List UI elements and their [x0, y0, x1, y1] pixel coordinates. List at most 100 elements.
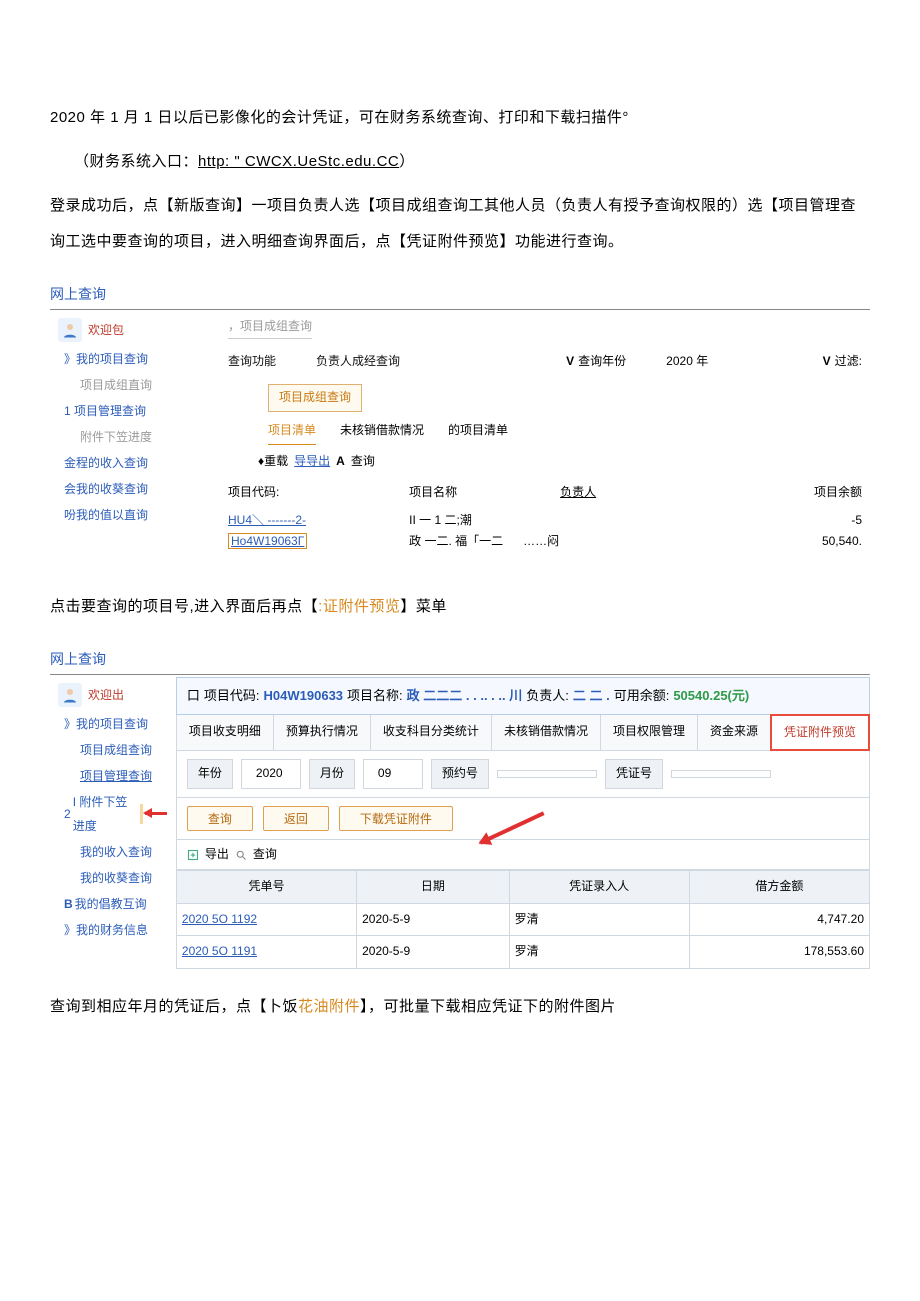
welcome-label-2: 欢迎出: [88, 683, 124, 707]
instructions-paragraph: 登录成功后，点【新版查询】一项目负责人选【项目成组查询工其他人员（负责人有授予查…: [50, 188, 870, 260]
panel1-title: 网上查询: [50, 280, 870, 310]
query-button[interactable]: 查询: [187, 806, 253, 831]
col-balance: 项目余额: [711, 482, 862, 504]
export-icon: [187, 849, 199, 861]
instruction-paragraph-3: 查询到相应年月的凭证后，点【卜饭花油附件】，可批量下载相应凭证下的附件图片: [50, 989, 870, 1025]
sidebar2-income-query[interactable]: 我的收入查询: [58, 839, 168, 865]
sidebar-item-value-query[interactable]: 吩我的值以直询: [58, 502, 212, 528]
system-url-link[interactable]: http: " CWCX.UeStc.edu.CC: [198, 153, 399, 170]
col-project-name: 项目名称: [409, 482, 560, 504]
search-icon: [235, 849, 247, 861]
filter-row: 年份 2020 月份 09 预约号 凭证号: [176, 751, 870, 798]
document-body: 2020 年 1 月 1 日以后已影像化的会计凭证，可在财务系统查询、打印和下载…: [0, 0, 920, 1085]
voucher-link-1[interactable]: 2020 5O 1192: [182, 912, 257, 926]
query-button[interactable]: 查询: [351, 451, 375, 473]
filter-reservation-input[interactable]: [497, 770, 597, 778]
project-code-link-1[interactable]: HU4＼ -------2-: [228, 513, 306, 527]
export-button[interactable]: 导导出: [294, 451, 330, 473]
filter-year-input[interactable]: 2020: [241, 759, 301, 789]
query-year-dropdown[interactable]: V查询年份: [566, 351, 626, 373]
project-code-link-2[interactable]: Ho4W19063Γ: [228, 533, 307, 549]
entry-prefix: （财务系统入口：: [74, 153, 198, 170]
instruction-paragraph-2: 点击要查询的项目号,进入界面后再点【:证附件预览】菜单: [50, 589, 870, 625]
th-debit-amount: 借方金额: [689, 871, 869, 904]
table-row: 2020 5O 1191 2020-5-9 罗清 178,553.60: [176, 936, 869, 969]
proj-name-value: 政 二二二 . . .. . .. 川: [407, 684, 523, 707]
panel2-title: 网上查询: [50, 645, 870, 675]
tab-project-list-2[interactable]: 的项目清单: [448, 420, 508, 442]
query-function-label: 查询功能: [228, 351, 276, 373]
reload-button[interactable]: ♦重载: [258, 451, 288, 473]
sidebar2-attachment-row[interactable]: 2 I 附件下笠进度: [58, 789, 168, 839]
sidebar-item-mgmt-query[interactable]: 1 项目管理查询: [58, 398, 212, 424]
download-voucher-attachment-button[interactable]: 下载凭证附件: [339, 806, 453, 831]
th-date: 日期: [357, 871, 509, 904]
filter-month-label: 月份: [309, 759, 355, 789]
entry-suffix: ）: [399, 153, 415, 170]
tab-voucher-attachment-preview[interactable]: 凭证附件预览: [770, 714, 870, 752]
sidebar-item-collection-query[interactable]: 会我的收葵查询: [58, 476, 212, 502]
proj-resp-label: 负责人:: [526, 684, 569, 707]
welcome-label: 欢迎包: [88, 318, 124, 342]
cell-person: 罗清: [509, 903, 689, 936]
tab-project-list[interactable]: 项目清单: [268, 418, 316, 445]
project-name-cell: II 一 1 二;潮 政 一二. 福「一二 ……闷: [409, 510, 560, 553]
proj-name-label: 项目名称:: [347, 684, 403, 707]
cell-amount: 178,553.60: [689, 936, 869, 969]
sidebar-item-attachment-progress[interactable]: 附件下笠进度: [58, 424, 212, 450]
sidebar2-mgmt-query[interactable]: 项目管理查询: [58, 763, 168, 789]
th-voucher-number: 凭单号: [176, 871, 356, 904]
project-detail-header: 口 项目代码: H04W190633 项目名称: 政 二二二 . . .. . …: [176, 677, 870, 714]
sidebar-item-my-project[interactable]: 》我的项目查询: [58, 346, 212, 372]
cell-date: 2020-5-9: [357, 936, 509, 969]
panel2-sidebar: 欢迎出 》我的项目查询 项目成组查询 项目管理查询 2 I 附件下笠进度 我的收…: [50, 677, 176, 949]
responsible-cell: [560, 510, 711, 553]
query-year-value: 2020 年: [666, 351, 708, 373]
filter-month-input[interactable]: 09: [363, 759, 423, 789]
export-label[interactable]: 导出: [205, 844, 229, 866]
responsible-query-label: 负责人成经查询: [316, 351, 400, 373]
filter-dropdown[interactable]: V过滤:: [823, 351, 862, 373]
red-arrow-icon: [145, 809, 168, 819]
user-avatar-icon: [58, 318, 82, 342]
sidebar-item-income-query[interactable]: 金程的收入查询: [58, 450, 212, 476]
sidebar2-loan-query[interactable]: B我的倡教互询: [58, 891, 168, 917]
red-arrow-icon: [479, 811, 544, 844]
th-entry-person: 凭证录入人: [509, 871, 689, 904]
a-label: A: [336, 451, 345, 473]
sidebar2-collection-query[interactable]: 我的收葵查询: [58, 865, 168, 891]
intro-paragraph-1: 2020 年 1 月 1 日以后已影像化的会计凭证，可在财务系统查询、打印和下载…: [50, 100, 870, 136]
panel1-main: ，项目成组查询 查询功能 负责人成经查询 V查询年份 2020 年 V过滤: 项…: [220, 312, 870, 559]
tab-income-expense[interactable]: 项目收支明细: [177, 715, 274, 751]
tab-unsettled-loan-2[interactable]: 未核销借款情况: [492, 715, 601, 751]
tab-permission-mgmt[interactable]: 项目权限管理: [601, 715, 698, 751]
sidebar-item-group-query[interactable]: 项目成组直询: [58, 372, 212, 398]
query-label[interactable]: 查询: [253, 844, 277, 866]
panel1-sidebar: 欢迎包 》我的项目查询 项目成组直询 1 项目管理查询 附件下笠进度 金程的收入…: [50, 312, 220, 534]
filter-voucher-input[interactable]: [671, 770, 771, 778]
voucher-data-table: 凭单号 日期 凭证录入人 借方金额 2020 5O 1192 2020-5-9 …: [176, 870, 870, 969]
back-button[interactable]: 返回: [263, 806, 329, 831]
screenshot-panel-2: 网上查询 欢迎出 》我的项目查询 项目成组查询 项目管理查询 2 I 附件下笠进…: [50, 645, 870, 969]
table-row: 2020 5O 1192 2020-5-9 罗清 4,747.20: [176, 903, 869, 936]
sidebar2-financial-info[interactable]: 》我的财务信息: [58, 917, 168, 943]
voucher-link-2[interactable]: 2020 5O 1191: [182, 944, 257, 958]
tab-unsettled-loan[interactable]: 未核销借款情况: [340, 420, 424, 442]
balance-cell: -5 50,540.: [711, 510, 862, 553]
tab-account-classify[interactable]: 收支科目分类统计: [371, 715, 492, 751]
proj-code-label: 项目代码:: [204, 684, 260, 707]
filter-year-label: 年份: [187, 759, 233, 789]
tab-fund-source[interactable]: 资金来源: [698, 715, 771, 751]
panel2-main: 口 项目代码: H04W190633 项目名称: 政 二二二 . . .. . …: [176, 677, 870, 969]
detail-tabbar: 项目收支明细 预算执行情况 收支科目分类统计 未核销借款情况 项目权限管理 资金…: [176, 715, 870, 752]
col-responsible: 负责人: [560, 482, 711, 504]
sub-tab-group-query[interactable]: 项目成组查询: [268, 384, 362, 412]
panel1-top-tab[interactable]: ，项目成组查询: [228, 319, 312, 333]
filter-voucher-label: 凭证号: [605, 759, 663, 789]
cell-amount: 4,747.20: [689, 903, 869, 936]
tab-budget-execution[interactable]: 预算执行情况: [274, 715, 371, 751]
cell-person: 罗清: [509, 936, 689, 969]
sidebar2-group-query[interactable]: 项目成组查询: [58, 737, 168, 763]
proj-avail-value: 50540.25(元): [673, 684, 749, 707]
sidebar2-my-project[interactable]: 》我的项目查询: [58, 711, 168, 737]
